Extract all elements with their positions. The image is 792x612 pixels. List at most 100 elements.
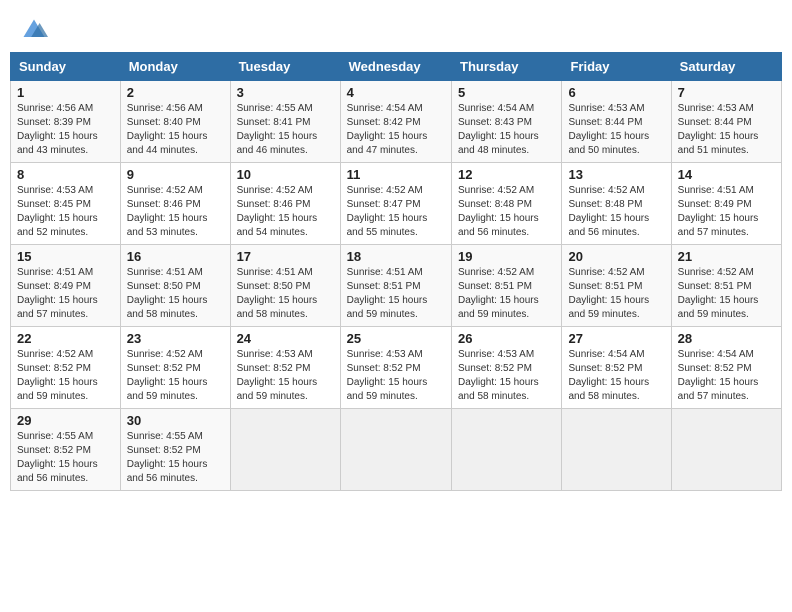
calendar-header-row: SundayMondayTuesdayWednesdayThursdayFrid… — [11, 53, 782, 81]
day-cell: 29 Sunrise: 4:55 AM Sunset: 8:52 PM Dayl… — [11, 409, 121, 491]
cell-details: Sunrise: 4:51 AM Sunset: 8:49 PM Dayligh… — [17, 266, 114, 322]
day-number: 18 — [347, 249, 445, 264]
day-number: 14 — [678, 167, 775, 182]
day-cell: 14 Sunrise: 4:51 AM Sunset: 8:49 PM Dayl… — [671, 163, 781, 245]
day-cell: 1 Sunrise: 4:56 AM Sunset: 8:39 PM Dayli… — [11, 81, 121, 163]
day-cell: 28 Sunrise: 4:54 AM Sunset: 8:52 PM Dayl… — [671, 327, 781, 409]
day-cell: 6 Sunrise: 4:53 AM Sunset: 8:44 PM Dayli… — [562, 81, 671, 163]
week-row-4: 22 Sunrise: 4:52 AM Sunset: 8:52 PM Dayl… — [11, 327, 782, 409]
column-header-friday: Friday — [562, 53, 671, 81]
day-cell: 26 Sunrise: 4:53 AM Sunset: 8:52 PM Dayl… — [452, 327, 562, 409]
cell-details: Sunrise: 4:52 AM Sunset: 8:51 PM Dayligh… — [458, 266, 555, 322]
day-number: 15 — [17, 249, 114, 264]
week-row-3: 15 Sunrise: 4:51 AM Sunset: 8:49 PM Dayl… — [11, 245, 782, 327]
day-number: 7 — [678, 85, 775, 100]
day-number: 29 — [17, 413, 114, 428]
day-cell: 10 Sunrise: 4:52 AM Sunset: 8:46 PM Dayl… — [230, 163, 340, 245]
day-cell — [230, 409, 340, 491]
day-cell: 11 Sunrise: 4:52 AM Sunset: 8:47 PM Dayl… — [340, 163, 451, 245]
day-number: 11 — [347, 167, 445, 182]
cell-details: Sunrise: 4:54 AM Sunset: 8:52 PM Dayligh… — [568, 348, 664, 404]
day-cell: 2 Sunrise: 4:56 AM Sunset: 8:40 PM Dayli… — [120, 81, 230, 163]
day-number: 20 — [568, 249, 664, 264]
cell-details: Sunrise: 4:52 AM Sunset: 8:52 PM Dayligh… — [127, 348, 224, 404]
cell-details: Sunrise: 4:53 AM Sunset: 8:52 PM Dayligh… — [237, 348, 334, 404]
day-number: 25 — [347, 331, 445, 346]
cell-details: Sunrise: 4:52 AM Sunset: 8:48 PM Dayligh… — [568, 184, 664, 240]
day-cell: 21 Sunrise: 4:52 AM Sunset: 8:51 PM Dayl… — [671, 245, 781, 327]
column-header-monday: Monday — [120, 53, 230, 81]
day-cell — [452, 409, 562, 491]
cell-details: Sunrise: 4:52 AM Sunset: 8:46 PM Dayligh… — [127, 184, 224, 240]
day-cell: 30 Sunrise: 4:55 AM Sunset: 8:52 PM Dayl… — [120, 409, 230, 491]
day-number: 4 — [347, 85, 445, 100]
cell-details: Sunrise: 4:56 AM Sunset: 8:39 PM Dayligh… — [17, 102, 114, 158]
cell-details: Sunrise: 4:51 AM Sunset: 8:49 PM Dayligh… — [678, 184, 775, 240]
day-cell: 25 Sunrise: 4:53 AM Sunset: 8:52 PM Dayl… — [340, 327, 451, 409]
day-cell: 13 Sunrise: 4:52 AM Sunset: 8:48 PM Dayl… — [562, 163, 671, 245]
day-number: 3 — [237, 85, 334, 100]
cell-details: Sunrise: 4:55 AM Sunset: 8:52 PM Dayligh… — [17, 430, 114, 486]
day-cell: 12 Sunrise: 4:52 AM Sunset: 8:48 PM Dayl… — [452, 163, 562, 245]
day-number: 19 — [458, 249, 555, 264]
day-number: 17 — [237, 249, 334, 264]
week-row-2: 8 Sunrise: 4:53 AM Sunset: 8:45 PM Dayli… — [11, 163, 782, 245]
column-header-wednesday: Wednesday — [340, 53, 451, 81]
cell-details: Sunrise: 4:52 AM Sunset: 8:51 PM Dayligh… — [568, 266, 664, 322]
calendar-body: 1 Sunrise: 4:56 AM Sunset: 8:39 PM Dayli… — [11, 81, 782, 491]
cell-details: Sunrise: 4:54 AM Sunset: 8:42 PM Dayligh… — [347, 102, 445, 158]
day-cell: 27 Sunrise: 4:54 AM Sunset: 8:52 PM Dayl… — [562, 327, 671, 409]
day-number: 12 — [458, 167, 555, 182]
day-cell: 9 Sunrise: 4:52 AM Sunset: 8:46 PM Dayli… — [120, 163, 230, 245]
cell-details: Sunrise: 4:52 AM Sunset: 8:52 PM Dayligh… — [17, 348, 114, 404]
cell-details: Sunrise: 4:52 AM Sunset: 8:48 PM Dayligh… — [458, 184, 555, 240]
day-number: 23 — [127, 331, 224, 346]
day-number: 13 — [568, 167, 664, 182]
day-number: 6 — [568, 85, 664, 100]
cell-details: Sunrise: 4:52 AM Sunset: 8:47 PM Dayligh… — [347, 184, 445, 240]
day-cell: 3 Sunrise: 4:55 AM Sunset: 8:41 PM Dayli… — [230, 81, 340, 163]
cell-details: Sunrise: 4:55 AM Sunset: 8:41 PM Dayligh… — [237, 102, 334, 158]
day-number: 27 — [568, 331, 664, 346]
day-number: 2 — [127, 85, 224, 100]
day-number: 24 — [237, 331, 334, 346]
day-cell: 4 Sunrise: 4:54 AM Sunset: 8:42 PM Dayli… — [340, 81, 451, 163]
day-number: 1 — [17, 85, 114, 100]
day-number: 26 — [458, 331, 555, 346]
cell-details: Sunrise: 4:53 AM Sunset: 8:45 PM Dayligh… — [17, 184, 114, 240]
week-row-5: 29 Sunrise: 4:55 AM Sunset: 8:52 PM Dayl… — [11, 409, 782, 491]
day-cell: 20 Sunrise: 4:52 AM Sunset: 8:51 PM Dayl… — [562, 245, 671, 327]
day-cell: 5 Sunrise: 4:54 AM Sunset: 8:43 PM Dayli… — [452, 81, 562, 163]
day-cell: 15 Sunrise: 4:51 AM Sunset: 8:49 PM Dayl… — [11, 245, 121, 327]
cell-details: Sunrise: 4:54 AM Sunset: 8:43 PM Dayligh… — [458, 102, 555, 158]
column-header-thursday: Thursday — [452, 53, 562, 81]
day-cell: 22 Sunrise: 4:52 AM Sunset: 8:52 PM Dayl… — [11, 327, 121, 409]
cell-details: Sunrise: 4:54 AM Sunset: 8:52 PM Dayligh… — [678, 348, 775, 404]
day-cell: 24 Sunrise: 4:53 AM Sunset: 8:52 PM Dayl… — [230, 327, 340, 409]
column-header-tuesday: Tuesday — [230, 53, 340, 81]
day-number: 16 — [127, 249, 224, 264]
header — [10, 10, 782, 44]
column-header-sunday: Sunday — [11, 53, 121, 81]
column-header-saturday: Saturday — [671, 53, 781, 81]
day-cell: 16 Sunrise: 4:51 AM Sunset: 8:50 PM Dayl… — [120, 245, 230, 327]
day-cell — [340, 409, 451, 491]
day-cell: 23 Sunrise: 4:52 AM Sunset: 8:52 PM Dayl… — [120, 327, 230, 409]
day-cell — [562, 409, 671, 491]
day-number: 10 — [237, 167, 334, 182]
day-cell: 18 Sunrise: 4:51 AM Sunset: 8:51 PM Dayl… — [340, 245, 451, 327]
cell-details: Sunrise: 4:55 AM Sunset: 8:52 PM Dayligh… — [127, 430, 224, 486]
cell-details: Sunrise: 4:51 AM Sunset: 8:50 PM Dayligh… — [237, 266, 334, 322]
day-cell: 7 Sunrise: 4:53 AM Sunset: 8:44 PM Dayli… — [671, 81, 781, 163]
cell-details: Sunrise: 4:56 AM Sunset: 8:40 PM Dayligh… — [127, 102, 224, 158]
day-number: 28 — [678, 331, 775, 346]
cell-details: Sunrise: 4:51 AM Sunset: 8:50 PM Dayligh… — [127, 266, 224, 322]
day-number: 30 — [127, 413, 224, 428]
week-row-1: 1 Sunrise: 4:56 AM Sunset: 8:39 PM Dayli… — [11, 81, 782, 163]
cell-details: Sunrise: 4:52 AM Sunset: 8:51 PM Dayligh… — [678, 266, 775, 322]
logo-icon — [20, 16, 48, 44]
cell-details: Sunrise: 4:53 AM Sunset: 8:52 PM Dayligh… — [347, 348, 445, 404]
day-number: 8 — [17, 167, 114, 182]
day-number: 21 — [678, 249, 775, 264]
cell-details: Sunrise: 4:53 AM Sunset: 8:44 PM Dayligh… — [568, 102, 664, 158]
